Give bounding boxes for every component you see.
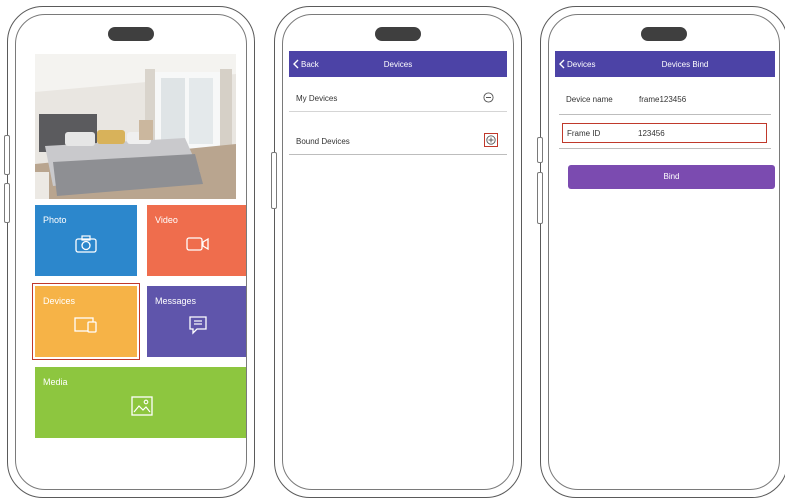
phone-home: Photo Video Devices Messages Media (4, 6, 255, 498)
phone-side-button (4, 183, 10, 223)
chevron-left-icon (559, 59, 565, 69)
devices-tile-label: Devices (43, 296, 76, 306)
phone-notch (375, 27, 421, 41)
camera-icon (75, 235, 97, 253)
message-icon (189, 316, 207, 335)
add-device-button[interactable] (484, 133, 498, 147)
devices-icon (74, 317, 97, 333)
video-tile-label: Video (155, 215, 178, 225)
device-name-label: Device name (566, 95, 613, 104)
photo-tile[interactable]: Photo (35, 205, 137, 276)
back-label: Devices (567, 59, 596, 69)
media-tile-label: Media (43, 377, 68, 387)
divider (559, 114, 771, 115)
add-circle-icon[interactable] (483, 92, 494, 103)
frame-id-field[interactable]: Frame ID 123456 (562, 123, 767, 143)
phone-notch (108, 27, 154, 41)
frame-id-label: Frame ID (567, 129, 601, 138)
back-button[interactable]: Devices (559, 59, 595, 69)
devices-navbar: Back Devices (289, 51, 507, 77)
divider (289, 111, 507, 112)
messages-tile[interactable]: Messages (147, 286, 246, 357)
bedroom-photo-image (35, 54, 236, 199)
image-icon (131, 396, 153, 416)
video-tile[interactable]: Video (147, 205, 246, 276)
phone-devices: Back Devices My Devices Bound Devices (271, 6, 522, 498)
page-title: Devices (383, 60, 413, 69)
messages-tile-label: Messages (155, 296, 197, 306)
my-devices-label: My Devices (296, 94, 338, 103)
divider (559, 148, 771, 149)
phone-side-button (4, 135, 10, 175)
bound-devices-label: Bound Devices (296, 137, 350, 146)
bind-button-label: Bind (663, 172, 680, 181)
phone-screen: Devices Devices Bind Device name frame12… (548, 14, 780, 490)
media-tile[interactable]: Media (35, 367, 246, 438)
phone-screen: Back Devices My Devices Bound Devices (282, 14, 514, 490)
add-circle-icon (486, 135, 496, 145)
bedroom-photo (35, 54, 236, 199)
phone-side-button (537, 172, 543, 224)
page-title: Devices Bind (661, 60, 709, 69)
phone-side-button (537, 137, 543, 163)
divider (289, 154, 507, 155)
phone-screen: Photo Video Devices Messages Media (15, 14, 247, 490)
phone-devices-bind: Devices Devices Bind Device name frame12… (537, 6, 785, 498)
bound-devices-row[interactable]: Bound Devices (289, 133, 507, 149)
frame-id-value: 123456 (638, 129, 665, 138)
my-devices-row[interactable]: My Devices (289, 92, 507, 106)
device-name-row: Device name frame123456 (555, 93, 773, 107)
photo-tile-label: Photo (43, 215, 67, 225)
device-name-value: frame123456 (639, 95, 687, 104)
video-camera-icon (186, 237, 209, 251)
devices-tile[interactable]: Devices (32, 283, 140, 360)
bind-navbar: Devices Devices Bind (555, 51, 775, 77)
phone-notch (641, 27, 687, 41)
bind-button[interactable]: Bind (568, 165, 775, 189)
phone-side-button (271, 152, 277, 209)
